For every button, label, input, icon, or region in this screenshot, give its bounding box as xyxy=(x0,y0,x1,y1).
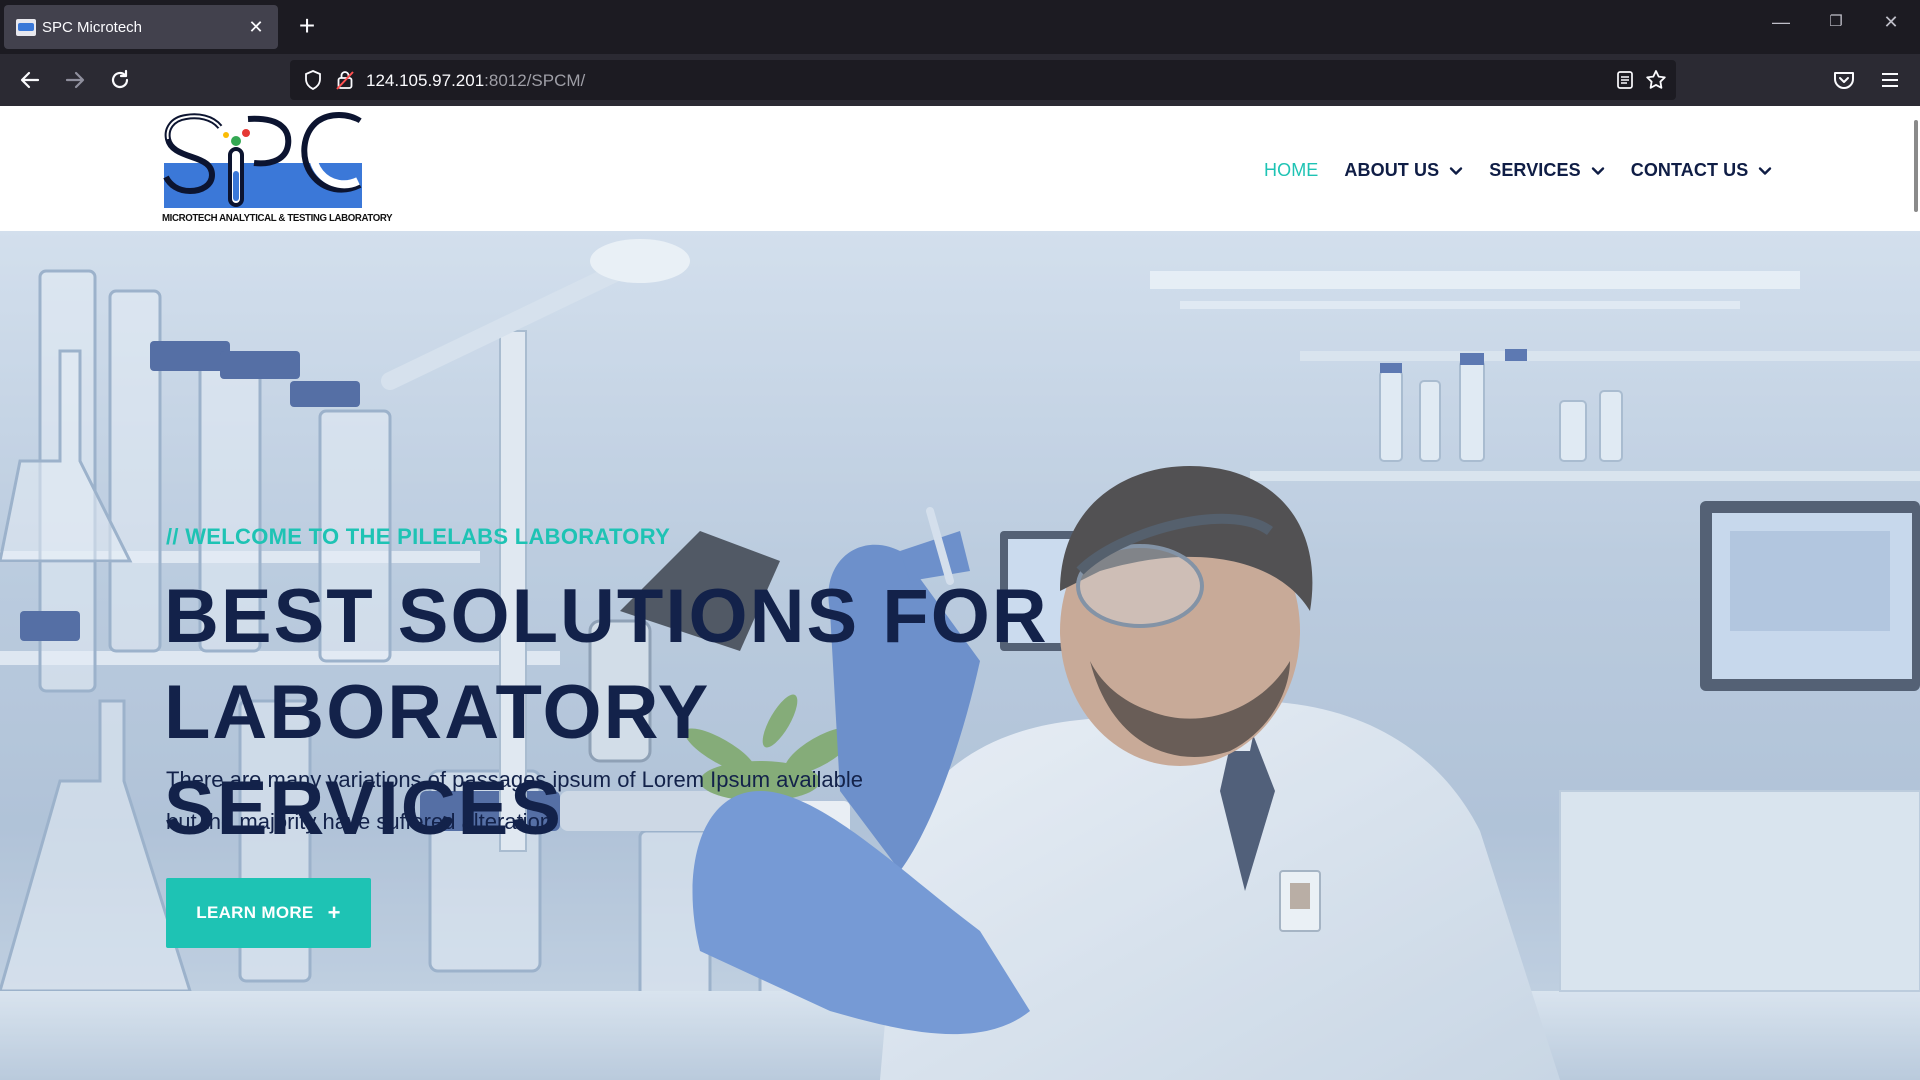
lock-icon[interactable] xyxy=(336,70,354,90)
bookmark-star-icon[interactable] xyxy=(1644,68,1668,92)
hero-description: There are many variations of passages ip… xyxy=(166,759,926,843)
site-favicon-icon xyxy=(16,18,36,36)
nav-home[interactable]: HOME xyxy=(1264,160,1318,181)
nav-about-us-label: ABOUT US xyxy=(1344,160,1440,180)
site-header: MICROTECH ANALYTICAL & TESTING LABORATOR… xyxy=(0,106,1920,231)
url-host: 124.105.97.201 xyxy=(366,71,485,90)
restore-window-icon[interactable]: ❐ xyxy=(1821,12,1851,30)
hero-section: // WELCOME TO THE PILELABS LABORATORY BE… xyxy=(0,231,1920,1080)
hero-kicker: // WELCOME TO THE PILELABS LABORATORY xyxy=(166,524,671,549)
new-tab-button[interactable]: + xyxy=(293,12,321,40)
browser-tab[interactable]: SPC Microtech ✕ xyxy=(4,5,278,49)
learn-more-label: LEARN MORE xyxy=(196,903,314,922)
learn-more-button[interactable]: LEARN MORE + xyxy=(166,878,371,948)
plus-icon: + xyxy=(327,900,341,925)
address-bar[interactable]: 124.105.97.201:8012/SPCM/ xyxy=(290,60,1676,100)
minimize-window-icon[interactable]: — xyxy=(1766,12,1796,33)
logo-caption: MICROTECH ANALYTICAL & TESTING LABORATOR… xyxy=(162,212,393,224)
chevron-down-icon xyxy=(1591,166,1604,175)
shield-icon[interactable] xyxy=(304,70,322,90)
browser-toolbar: 124.105.97.201:8012/SPCM/ xyxy=(0,54,1920,106)
reload-icon[interactable] xyxy=(104,64,136,96)
tab-title: SPC Microtech xyxy=(42,18,143,36)
hero-description-line-2: but the majority have suffered alteratio… xyxy=(166,809,553,834)
nav-services-label: SERVICES xyxy=(1489,160,1581,180)
menu-icon[interactable] xyxy=(1876,66,1904,94)
url-text: 124.105.97.201:8012/SPCM/ xyxy=(366,71,585,91)
nav-contact-us-label: CONTACT US xyxy=(1630,160,1749,180)
reader-view-icon[interactable] xyxy=(1616,70,1634,90)
nav-services[interactable]: SERVICES xyxy=(1489,160,1605,181)
site-logo[interactable]: MICROTECH ANALYTICAL & TESTING LABORATOR… xyxy=(162,111,393,228)
spc-logo-icon xyxy=(163,112,362,208)
close-window-icon[interactable]: ✕ xyxy=(1876,12,1906,33)
web-page: MICROTECH ANALYTICAL & TESTING LABORATOR… xyxy=(0,106,1920,1080)
forward-icon[interactable] xyxy=(59,64,91,96)
main-navigation: HOME ABOUT US SERVICES CONTACT US xyxy=(1264,160,1798,181)
nav-about-us[interactable]: ABOUT US xyxy=(1344,160,1463,181)
hero-description-line-1: There are many variations of passages ip… xyxy=(166,767,864,792)
url-path: :8012/SPCM/ xyxy=(484,71,586,90)
close-tab-icon[interactable]: ✕ xyxy=(246,17,266,38)
chevron-down-icon xyxy=(1450,166,1463,175)
nav-home-label: HOME xyxy=(1264,160,1319,180)
browser-tab-bar: SPC Microtech ✕ + — ❐ ✕ xyxy=(0,0,1920,54)
nav-contact-us[interactable]: CONTACT US xyxy=(1631,160,1773,181)
pocket-icon[interactable] xyxy=(1830,66,1858,94)
hero-title-line-1: BEST SOLUTIONS FOR xyxy=(164,574,1049,659)
back-icon[interactable] xyxy=(14,64,46,96)
page-scrollbar[interactable] xyxy=(1914,120,1918,212)
chevron-down-icon xyxy=(1759,166,1772,175)
